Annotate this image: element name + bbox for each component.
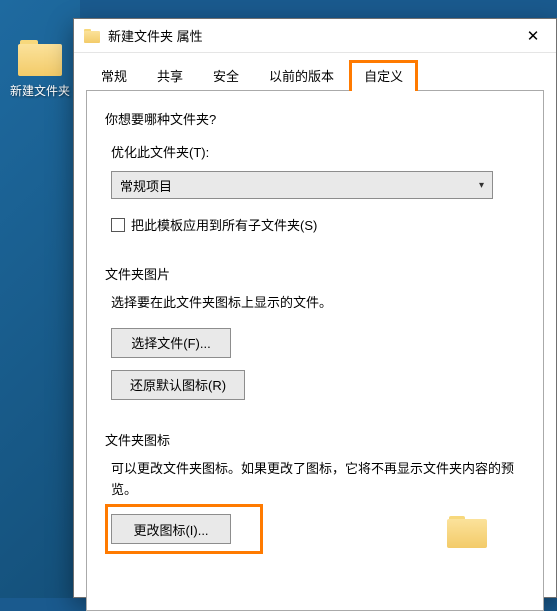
- customize-panel: 你想要哪种文件夹? 优化此文件夹(T): 常规项目 ▾ 把此模板应用到所有子文件…: [86, 91, 544, 611]
- change-icon-button[interactable]: 更改图标(I)...: [111, 514, 231, 544]
- desktop-background: 新建文件夹: [0, 0, 80, 598]
- folder-icon: [84, 29, 100, 43]
- apply-subfolders-checkbox[interactable]: [111, 218, 125, 232]
- titlebar[interactable]: 新建文件夹 属性 ✕: [74, 19, 556, 53]
- tab-general[interactable]: 常规: [86, 60, 142, 90]
- folder-picture-desc: 选择要在此文件夹图标上显示的文件。: [111, 293, 525, 314]
- tab-previous-versions[interactable]: 以前的版本: [254, 60, 349, 90]
- choose-file-button-label: 选择文件(F)...: [131, 333, 210, 352]
- folder-icon: [18, 40, 62, 76]
- folder-icon-title: 文件夹图标: [105, 430, 525, 449]
- restore-default-icon-button[interactable]: 还原默认图标(R): [111, 370, 245, 400]
- chevron-down-icon: ▾: [479, 180, 484, 191]
- close-icon: ✕: [527, 27, 540, 45]
- optimize-dropdown[interactable]: 常规项目 ▾: [111, 171, 493, 199]
- close-button[interactable]: ✕: [510, 19, 556, 53]
- tab-customize[interactable]: 自定义: [349, 60, 418, 91]
- properties-dialog: 新建文件夹 属性 ✕ 常规 共享 安全 以前的版本 自定义 你想要哪种文件夹? …: [73, 18, 557, 598]
- folder-icon-desc: 可以更改文件夹图标。如果更改了图标，它将不再显示文件夹内容的预览。: [111, 459, 525, 501]
- optimize-label: 优化此文件夹(T):: [111, 142, 525, 161]
- change-icon-button-label: 更改图标(I)...: [133, 520, 208, 539]
- tab-strip: 常规 共享 安全 以前的版本 自定义: [86, 63, 544, 91]
- restore-default-button-label: 还原默认图标(R): [130, 375, 226, 394]
- apply-subfolders-row[interactable]: 把此模板应用到所有子文件夹(S): [111, 215, 525, 234]
- tab-security[interactable]: 安全: [198, 60, 254, 90]
- folder-kind-question: 你想要哪种文件夹?: [105, 109, 525, 128]
- desktop-folder-label: 新建文件夹: [8, 82, 72, 99]
- dialog-title: 新建文件夹 属性: [108, 26, 510, 45]
- folder-picture-title: 文件夹图片: [105, 264, 525, 283]
- choose-file-button[interactable]: 选择文件(F)...: [111, 328, 231, 358]
- optimize-dropdown-value: 常规项目: [120, 176, 172, 195]
- apply-subfolders-label: 把此模板应用到所有子文件夹(S): [131, 215, 317, 234]
- desktop-folder-shortcut[interactable]: 新建文件夹: [8, 40, 72, 99]
- folder-icon-preview: [447, 516, 487, 548]
- tab-sharing[interactable]: 共享: [142, 60, 198, 90]
